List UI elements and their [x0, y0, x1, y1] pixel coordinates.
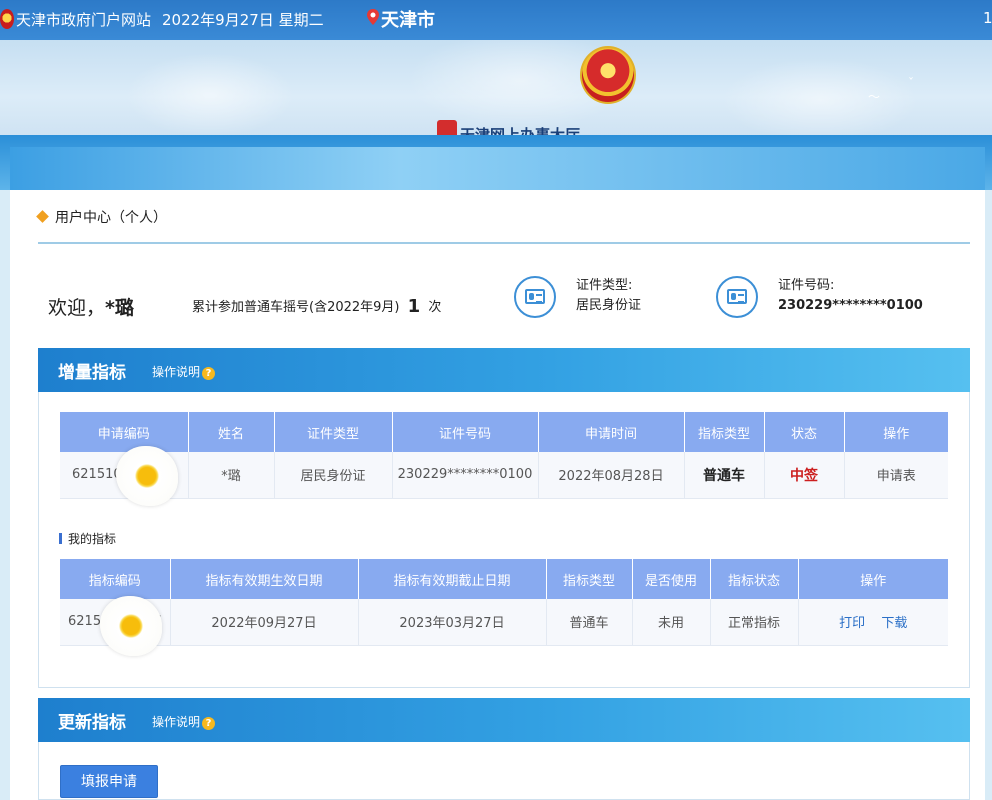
table-header-row: 指标编码 指标有效期生效日期 指标有效期截止日期 指标类型 是否使用 指标状态 …	[60, 559, 948, 599]
col-used: 是否使用	[632, 559, 711, 599]
col-apply-code: 申请编码	[60, 412, 189, 452]
download-link[interactable]: 下载	[881, 616, 907, 631]
col-action: 操作	[798, 559, 948, 599]
incremental-quota-header: 增量指标 操作说明?	[38, 348, 970, 392]
col-start-date: 指标有效期生效日期	[170, 559, 359, 599]
banner-strip	[0, 135, 992, 190]
col-quota-type: 指标类型	[546, 559, 633, 599]
top-bar: 天津市政府门户网站 2022年9月27日 星期二 天津市 1	[0, 0, 992, 40]
col-quota-state: 指标状态	[710, 559, 799, 599]
id-type-label: 证件类型:	[576, 278, 633, 293]
emblem-mini-icon	[0, 9, 14, 29]
lottery-count: 1	[407, 296, 421, 317]
application-table: 申请编码 姓名 证件类型 证件号码 申请时间 指标类型 状态 操作 621510…	[60, 412, 948, 499]
site-name-link[interactable]: 天津市政府门户网站	[16, 9, 151, 30]
banner-strip-inner	[10, 147, 985, 190]
id-type-value: 居民身份证	[576, 298, 642, 313]
lottery-summary: 累计参加普通车摇号(含2022年9月) 1 次	[192, 296, 441, 317]
header-banner: 天津网上办事大厅 〜 ˇ	[0, 40, 992, 144]
incremental-quota-title: 增量指标	[58, 363, 126, 383]
update-quota-body	[38, 742, 970, 800]
welcome-prefix: 欢迎，	[48, 297, 106, 319]
topbar-right-text: 1	[983, 9, 992, 27]
table-header-row: 申请编码 姓名 证件类型 证件号码 申请时间 指标类型 状态 操作	[60, 412, 948, 452]
cell-id-type: 居民身份证	[274, 452, 393, 499]
id-number-value: 230229********0100	[778, 298, 923, 313]
cell-apply-time: 2022年08月28日	[538, 452, 685, 499]
cell-quota-type: 普通车	[684, 452, 765, 499]
lottery-text: 累计参加普通车摇号(含2022年9月)	[192, 300, 400, 315]
divider	[38, 242, 970, 244]
fried-egg-redaction-sticker	[116, 446, 178, 506]
col-action: 操作	[844, 412, 948, 452]
col-status: 状态	[764, 412, 845, 452]
id-number-icon	[716, 276, 758, 318]
col-id-number: 证件号码	[392, 412, 539, 452]
id-number-label: 证件号码:	[778, 278, 835, 293]
update-quota-header: 更新指标 操作说明?	[38, 698, 970, 742]
current-date: 2022年9月27日 星期二	[162, 11, 324, 29]
update-help-link[interactable]: 操作说明?	[152, 713, 216, 730]
heading-bar-icon	[59, 533, 62, 544]
my-quota-table: 指标编码 指标有效期生效日期 指标有效期截止日期 指标类型 是否使用 指标状态 …	[60, 559, 948, 646]
user-center-header: 用户中心（个人）	[36, 207, 167, 227]
col-quota-code: 指标编码	[60, 559, 171, 599]
table-row: 6215106 2022年09月27日 2023年03月27日 普通车 未用 正…	[60, 599, 948, 646]
welcome-text: 欢迎，*璐	[48, 293, 134, 320]
id-number-block: 证件号码: 230229********0100	[778, 276, 923, 316]
cell-quota-state: 正常指标	[710, 599, 799, 646]
help-label: 操作说明	[152, 715, 201, 729]
my-quota-title: 我的指标	[68, 532, 117, 546]
bird-icon: ˇ	[908, 76, 914, 90]
my-quota-heading: 我的指标	[59, 530, 116, 547]
cell-used: 未用	[632, 599, 711, 646]
location-pin-icon	[367, 9, 379, 25]
cell-id-number: 230229********0100	[392, 452, 539, 499]
question-icon: ?	[202, 717, 216, 730]
national-emblem-icon	[580, 46, 636, 104]
cell-status-badge: 中签	[764, 452, 845, 499]
incremental-help-link[interactable]: 操作说明?	[152, 363, 216, 380]
col-id-type: 证件类型	[274, 412, 393, 452]
col-name: 姓名	[188, 412, 275, 452]
id-type-icon	[514, 276, 556, 318]
user-center-title: 用户中心（个人）	[55, 210, 167, 226]
question-icon: ?	[202, 367, 216, 380]
application-form-link[interactable]: 申请表	[844, 452, 948, 499]
main-panel: 用户中心（个人） 欢迎，*璐 累计参加普通车摇号(含2022年9月) 1 次 证…	[10, 190, 985, 800]
cell-actions: 打印 下载	[798, 599, 948, 646]
table-row: 621510 *璐 居民身份证 230229********0100 2022年…	[60, 452, 948, 499]
update-quota-title: 更新指标	[58, 713, 126, 733]
city-selector[interactable]: 天津市	[381, 6, 435, 32]
cell-quota-type: 普通车	[546, 599, 633, 646]
cell-start-date: 2022年09月27日	[170, 599, 359, 646]
cell-name: *璐	[188, 452, 275, 499]
user-name: *璐	[105, 297, 134, 319]
bird-icon: 〜	[868, 90, 881, 104]
print-link[interactable]: 打印	[839, 616, 865, 631]
submit-application-button[interactable]: 填报申请	[60, 765, 158, 798]
col-end-date: 指标有效期截止日期	[358, 559, 547, 599]
help-label: 操作说明	[152, 365, 201, 379]
col-quota-type: 指标类型	[684, 412, 765, 452]
col-apply-time: 申请时间	[538, 412, 685, 452]
fried-egg-redaction-sticker	[100, 596, 162, 656]
id-type-block: 证件类型: 居民身份证	[576, 276, 641, 316]
cell-end-date: 2023年03月27日	[358, 599, 547, 646]
diamond-bullet-icon	[36, 210, 49, 223]
lottery-unit: 次	[428, 300, 442, 315]
